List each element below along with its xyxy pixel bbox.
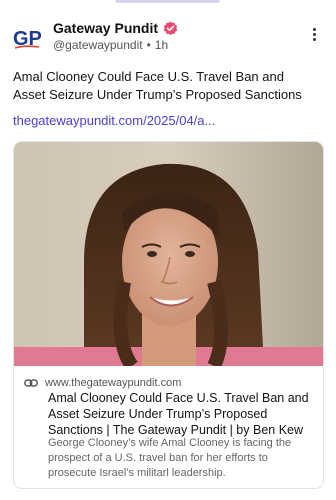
post-meta: @gatewaypundit • 1h: [53, 38, 168, 52]
avatar[interactable]: GP: [13, 24, 41, 52]
card-description: George Clooney’s wife Amal Clooney is fa…: [48, 437, 292, 479]
card-title: Amal Clooney Could Face U.S. Travel Ban …: [48, 391, 309, 437]
post-text: Amal Clooney Could Face U.S. Travel Ban …: [13, 69, 302, 102]
card-image: [14, 142, 323, 366]
meta-separator: •: [146, 38, 151, 52]
timestamp: 1h: [154, 38, 169, 52]
handle[interactable]: @gatewaypundit: [53, 38, 143, 52]
link-icon: [24, 379, 38, 387]
more-options-icon[interactable]: [308, 26, 320, 48]
post-link[interactable]: thegatewaypundit.com/2025/04/a...: [13, 113, 215, 128]
verified-badge-icon: [163, 21, 178, 36]
author-name[interactable]: Gateway Pundit: [53, 20, 158, 36]
post: GP Gateway Pundit @gatewaypundit • 1h Am…: [0, 0, 336, 500]
card-domain: www.thegatewaypundit.com: [45, 377, 182, 389]
author-row: Gateway Pundit: [53, 20, 178, 36]
gateway-pundit-logo: GP: [13, 28, 41, 50]
link-preview-card[interactable]: www.thegatewaypundit.com Amal Clooney Co…: [13, 141, 324, 489]
card-domain-row: www.thegatewaypundit.com: [24, 377, 181, 389]
